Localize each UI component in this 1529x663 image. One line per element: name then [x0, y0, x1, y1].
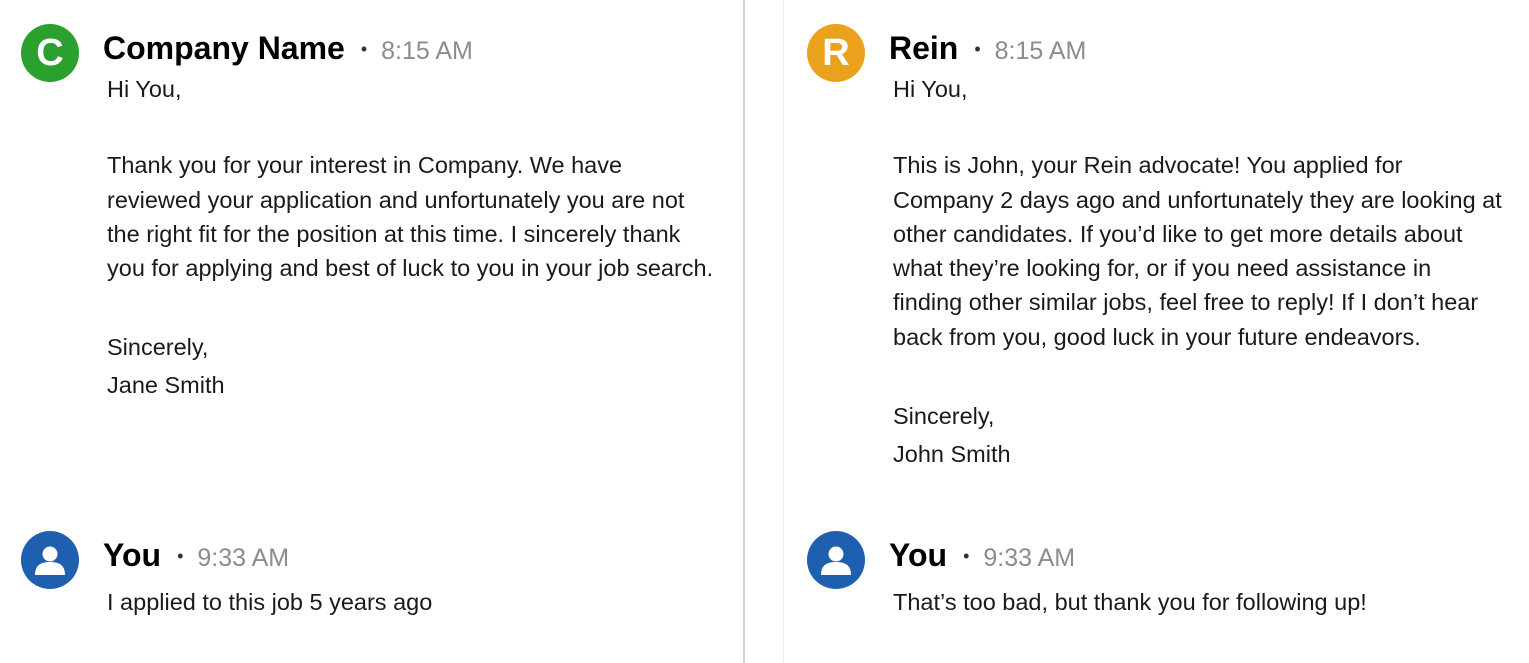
- sender-name[interactable]: You: [103, 537, 161, 574]
- sender-name[interactable]: Company Name: [103, 30, 345, 67]
- person-icon: [35, 546, 65, 575]
- closing: Sincerely,: [107, 334, 209, 361]
- user-avatar[interactable]: [807, 531, 865, 589]
- separator-dot: •: [963, 546, 970, 566]
- sender-name[interactable]: You: [889, 537, 947, 574]
- message-body: Hi You, Thank you for your interest in C…: [107, 72, 723, 404]
- greeting: Hi You,: [107, 76, 182, 102]
- reply-text: I applied to this job 5 years ago: [107, 589, 433, 615]
- avatar-letter: R: [822, 31, 850, 74]
- message-paragraph: Thank you for your interest in Company. …: [107, 152, 714, 282]
- message-timestamp: 9:33 AM: [197, 544, 290, 572]
- separator-dot: •: [974, 39, 981, 59]
- user-avatar[interactable]: [21, 531, 79, 589]
- right-conversation-panel: R Rein • 8:15 AM Hi You, This is John, y…: [787, 0, 1529, 663]
- reply-text: That’s too bad, but thank you for follow…: [893, 589, 1367, 615]
- panel-divider: [743, 0, 745, 663]
- left-conversation-panel: C Company Name • 8:15 AM Hi You, Thank y…: [0, 0, 743, 663]
- person-icon: [821, 546, 851, 575]
- message-header: You • 9:33 AM: [889, 537, 1075, 574]
- message-timestamp: 8:15 AM: [994, 37, 1087, 65]
- separator-dot: •: [177, 546, 184, 566]
- message-header: Rein • 8:15 AM: [889, 30, 1086, 67]
- greeting: Hi You,: [893, 76, 968, 102]
- message-paragraph: This is John, your Rein advocate! You ap…: [893, 152, 1502, 350]
- message-timestamp: 9:33 AM: [983, 544, 1076, 572]
- separator-dot: •: [360, 39, 368, 59]
- message-header: You • 9:33 AM: [103, 537, 289, 574]
- panel-divider-light: [783, 0, 784, 663]
- sender-name[interactable]: Rein: [889, 30, 958, 67]
- message-timestamp: 8:15 AM: [381, 37, 473, 65]
- rein-avatar[interactable]: R: [807, 24, 865, 82]
- avatar-letter: C: [36, 31, 64, 74]
- message-header: Company Name • 8:15 AM: [103, 30, 473, 67]
- message-body: That’s too bad, but thank you for follow…: [893, 585, 1509, 619]
- message-body: I applied to this job 5 years ago: [107, 585, 723, 619]
- signature: John Smith: [893, 441, 1011, 468]
- signature: Jane Smith: [107, 372, 225, 399]
- message-body: Hi You, This is John, your Rein advocate…: [893, 72, 1509, 473]
- closing: Sincerely,: [893, 403, 995, 430]
- company-avatar[interactable]: C: [21, 24, 79, 82]
